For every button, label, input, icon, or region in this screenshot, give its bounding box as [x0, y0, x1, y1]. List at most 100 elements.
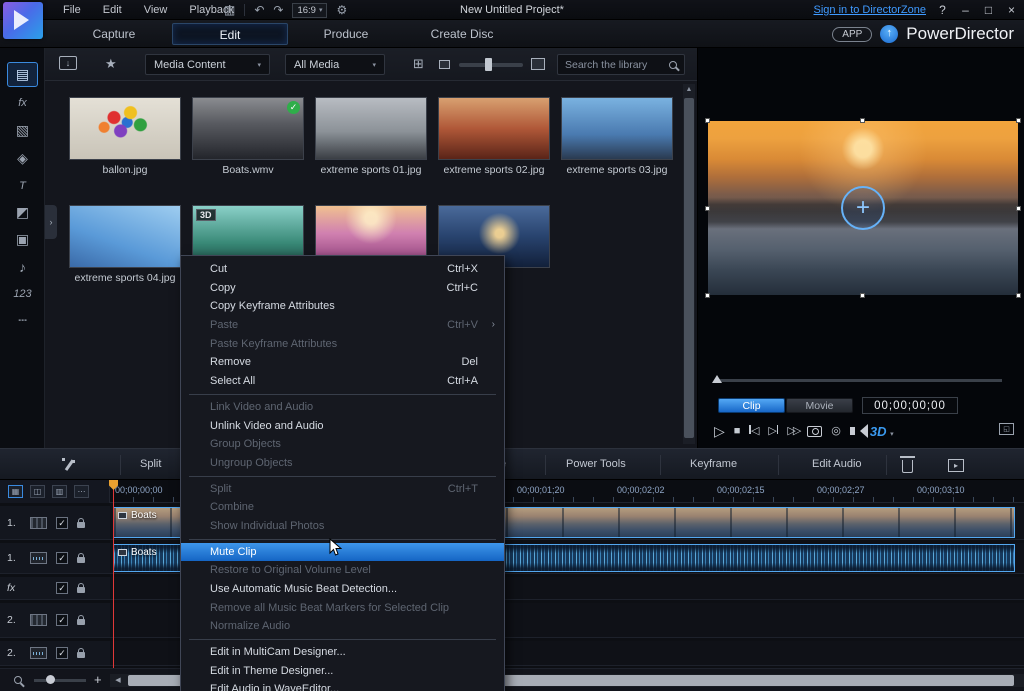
- scroll-up-icon[interactable]: ▲: [683, 84, 695, 96]
- resize-handle[interactable]: [705, 118, 710, 123]
- resize-handle[interactable]: [860, 118, 865, 123]
- lock-icon[interactable]: [77, 619, 85, 625]
- menu-item-copy[interactable]: CopyCtrl+C: [181, 279, 504, 298]
- loop-button[interactable]: ◎: [831, 426, 841, 437]
- magic-wand-icon[interactable]: ★: [105, 56, 117, 72]
- minimize-button[interactable]: –: [959, 3, 972, 17]
- add-overlay-icon[interactable]: +: [841, 186, 885, 230]
- resize-handle[interactable]: [705, 206, 710, 211]
- timeline-zoom-slider[interactable]: [34, 679, 86, 682]
- previous-frame-button[interactable]: ◁: [749, 425, 759, 437]
- timecode-display[interactable]: 00;00;00;00: [862, 397, 958, 414]
- movie-mode-button[interactable]: Movie: [786, 398, 853, 413]
- resize-handle[interactable]: [860, 293, 865, 298]
- library-scrollbar[interactable]: ▲: [683, 84, 695, 444]
- timeline-ruler[interactable]: ▦ ◫ ▥ ⋯ 00;00;00;00 00;00;01;2000;00;02;…: [0, 480, 1024, 503]
- menu-edit[interactable]: Edit: [92, 4, 133, 16]
- rail-media-room[interactable]: ▤: [7, 62, 38, 87]
- lock-icon[interactable]: [77, 587, 85, 593]
- track-enable-checkbox[interactable]: ✓: [56, 552, 68, 564]
- marker-tool-icon[interactable]: ⋯: [74, 485, 89, 498]
- volume-icon[interactable]: [850, 427, 855, 435]
- thumbnail-size-slider-thumb[interactable]: [485, 58, 492, 71]
- clip-mode-button[interactable]: Clip: [718, 398, 785, 413]
- media-thumbnail-extreme-sports-03-jpg[interactable]: [561, 97, 673, 160]
- settings-gear-icon[interactable]: ⚙: [336, 3, 347, 17]
- menu-item-use-automatic-music-beat-detection[interactable]: Use Automatic Music Beat Detection...: [181, 580, 504, 599]
- library-search-input[interactable]: Search the library: [557, 54, 685, 75]
- import-media-icon[interactable]: ↓: [59, 56, 77, 70]
- panel-collapse-handle[interactable]: ›: [45, 205, 57, 239]
- content-type-dropdown[interactable]: Media Content ▾: [145, 54, 270, 75]
- undo-icon[interactable]: ↶: [254, 3, 264, 17]
- menu-item-remove[interactable]: RemoveDel: [181, 353, 504, 372]
- menu-item-copy-keyframe-attributes[interactable]: Copy Keyframe Attributes: [181, 297, 504, 316]
- scroll-left-icon[interactable]: ◀: [112, 676, 124, 685]
- export-clip-icon[interactable]: ▸: [948, 459, 964, 472]
- menu-item-mute-clip[interactable]: Mute Clip: [181, 543, 504, 562]
- scrollbar-thumb[interactable]: [684, 98, 694, 438]
- menu-item-cut[interactable]: CutCtrl+X: [181, 260, 504, 279]
- playhead[interactable]: [113, 480, 114, 668]
- menu-view[interactable]: View: [133, 4, 179, 16]
- detach-preview-icon[interactable]: ◱: [999, 423, 1014, 435]
- timeline-zoom-thumb[interactable]: [46, 675, 55, 684]
- resize-handle[interactable]: [705, 293, 710, 298]
- track-header-2-audio[interactable]: 2.✓: [0, 641, 110, 666]
- menu-item-edit-in-theme-designer[interactable]: Edit in Theme Designer...: [181, 662, 504, 681]
- media-thumbnail-ballon-jpg[interactable]: [69, 97, 181, 160]
- track-header-2-video[interactable]: 2.✓: [0, 603, 110, 638]
- close-button[interactable]: ×: [1005, 3, 1018, 17]
- media-filter-dropdown[interactable]: All Media ▾: [285, 54, 385, 75]
- save-icon[interactable]: ▥: [224, 3, 235, 17]
- redo-icon[interactable]: ↷: [273, 3, 283, 17]
- edit-audio-button[interactable]: Edit Audio: [812, 458, 862, 470]
- lock-icon[interactable]: [77, 557, 85, 563]
- range-select-icon[interactable]: ◫: [30, 485, 45, 498]
- rail-audio-mixing-room[interactable]: ▣: [7, 227, 38, 252]
- maximize-button[interactable]: □: [982, 3, 995, 17]
- track-header-1-audio[interactable]: 1.✓: [0, 543, 110, 574]
- tab-produce[interactable]: Produce: [288, 23, 404, 45]
- tab-edit[interactable]: Edit: [172, 23, 288, 45]
- track-enable-checkbox[interactable]: ✓: [56, 517, 68, 529]
- trash-icon[interactable]: [902, 460, 913, 473]
- rail-particle-room[interactable]: ◈: [7, 146, 38, 171]
- menu-item-edit-in-multicam-designer[interactable]: Edit in MultiCam Designer...: [181, 643, 504, 662]
- rail-subtitle-room[interactable]: ┄: [7, 308, 38, 333]
- rail-transition-room[interactable]: ◩: [7, 200, 38, 225]
- track-header-fx-fx[interactable]: fx✓: [0, 577, 110, 600]
- resize-handle[interactable]: [1016, 206, 1021, 211]
- search-icon[interactable]: [669, 61, 677, 69]
- rail-effect-room[interactable]: fx: [7, 90, 38, 115]
- rail-pip-objects-room[interactable]: ▧: [7, 118, 38, 143]
- split-button[interactable]: Split: [140, 458, 161, 470]
- rail-title-room[interactable]: T: [7, 173, 38, 198]
- resize-handle[interactable]: [1016, 293, 1021, 298]
- menu-file[interactable]: File: [52, 4, 92, 16]
- stop-button[interactable]: ■: [734, 426, 741, 437]
- track-header-1-video[interactable]: 1.✓: [0, 506, 110, 540]
- power-tools-button[interactable]: Power Tools: [566, 458, 626, 470]
- keyframe-button[interactable]: Keyframe: [690, 458, 737, 470]
- menu-item-select-all[interactable]: Select AllCtrl+A: [181, 372, 504, 391]
- tab-create-disc[interactable]: Create Disc: [404, 23, 520, 45]
- lock-icon[interactable]: [77, 522, 85, 528]
- select-tool-icon[interactable]: ▦: [8, 485, 23, 498]
- tab-capture[interactable]: Capture: [56, 23, 172, 45]
- upgrade-icon[interactable]: ↑: [880, 25, 898, 43]
- small-thumbnails-icon[interactable]: [439, 60, 450, 69]
- fast-forward-button[interactable]: ▷▷: [787, 426, 798, 437]
- aspect-ratio-dropdown[interactable]: 16:9 ▾: [292, 3, 327, 18]
- media-thumbnail-Boats-wmv[interactable]: ✓: [192, 97, 304, 160]
- signin-link[interactable]: Sign in to DirectorZone: [814, 4, 927, 16]
- help-button[interactable]: ?: [936, 3, 949, 17]
- menu-item-unlink-video-and-audio[interactable]: Unlink Video and Audio: [181, 417, 504, 436]
- track-enable-checkbox[interactable]: ✓: [56, 582, 68, 594]
- zoom-in-button[interactable]: +: [94, 672, 102, 687]
- preview-video[interactable]: +: [708, 121, 1018, 295]
- rail-voiceover-room[interactable]: ♪: [7, 254, 38, 279]
- play-button[interactable]: ▷: [714, 424, 725, 438]
- zoom-out-icon[interactable]: [14, 676, 22, 684]
- 3d-mode-button[interactable]: 3D ▾: [870, 425, 894, 438]
